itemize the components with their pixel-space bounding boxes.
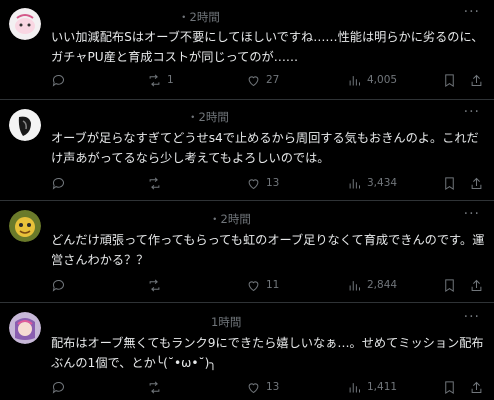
tweet-actions: 11 2,844	[0, 277, 494, 293]
more-horizontal-icon[interactable]: ···	[464, 309, 480, 325]
tweet-4[interactable]: 1時間 ··· 配布はオーブ無くてもランク9にできたら嬉しいなぁ…。せめてミッシ…	[0, 303, 494, 400]
bookmark-button[interactable]	[442, 175, 457, 191]
bookmark-button[interactable]	[442, 72, 457, 88]
like-button[interactable]: 13	[246, 175, 279, 191]
bookmark-icon	[445, 73, 454, 87]
avatar[interactable]	[9, 210, 41, 242]
reply-button[interactable]	[51, 72, 71, 88]
views-button[interactable]: 4,005	[347, 72, 397, 88]
bookmark-icon	[445, 176, 454, 190]
reply-icon	[52, 177, 64, 190]
avatar[interactable]	[9, 109, 41, 141]
retweet-button[interactable]: 1	[147, 72, 174, 88]
bookmark-button[interactable]	[442, 379, 457, 395]
reply-button[interactable]	[51, 175, 71, 191]
views-chart-icon	[349, 178, 360, 188]
retweet-button[interactable]	[147, 277, 167, 293]
tweet-2[interactable]: ・2時間 ··· オーブが足らなすぎてどうせs4で止めるから周回する気もおきんの…	[0, 100, 494, 201]
tweet-text: オーブが足らなすぎてどうせs4で止めるから周回する気もおきんのよ。これだけ声あが…	[51, 131, 479, 165]
avatar[interactable]	[9, 312, 41, 344]
reply-button[interactable]	[51, 379, 71, 395]
views-chart-icon	[349, 75, 360, 85]
tweet-actions: 13 3,434	[0, 175, 494, 191]
heart-icon	[248, 382, 259, 393]
tweet-3[interactable]: ・2時間 ··· どんだけ頑張って作ってもらっても虹のオーブ足りなくて育成できん…	[0, 201, 494, 303]
share-icon	[471, 279, 482, 291]
like-button[interactable]: 27	[246, 72, 279, 88]
heart-icon	[248, 178, 259, 189]
bookmark-icon	[445, 278, 454, 292]
heart-icon	[248, 75, 259, 86]
view-count: 4,005	[367, 74, 398, 86]
retweet-icon	[149, 74, 160, 86]
tweet-text: 配布はオーブ無くてもランク9にできたら嬉しいなぁ…。せめてミッション配布ぶんの1…	[51, 336, 484, 370]
views-button[interactable]: 3,434	[347, 175, 397, 191]
tweet-time[interactable]: 1時間	[211, 314, 241, 330]
view-count: 1,411	[367, 381, 398, 393]
more-horizontal-icon[interactable]: ···	[464, 4, 480, 20]
share-button[interactable]	[469, 379, 484, 395]
bookmark-icon	[445, 380, 454, 394]
retweet-count: 1	[167, 74, 174, 86]
share-button[interactable]	[469, 72, 484, 88]
retweet-icon	[149, 381, 160, 393]
bookmark-button[interactable]	[442, 277, 457, 293]
retweet-icon	[149, 177, 160, 189]
view-count: 3,434	[367, 177, 398, 189]
share-button[interactable]	[469, 175, 484, 191]
more-horizontal-icon[interactable]: ···	[464, 206, 480, 222]
like-count: 13	[266, 381, 280, 393]
views-button[interactable]: 2,844	[347, 277, 397, 293]
reply-icon	[52, 381, 64, 394]
share-icon	[471, 177, 482, 189]
tweet-time[interactable]: ・2時間	[187, 109, 229, 125]
view-count: 2,844	[367, 279, 398, 291]
reply-button[interactable]	[51, 277, 71, 293]
reply-icon	[52, 279, 64, 292]
avatar[interactable]	[9, 8, 41, 40]
views-chart-icon	[349, 280, 360, 290]
like-count: 13	[266, 177, 280, 189]
retweet-icon	[149, 279, 160, 291]
tweet-actions: 13 1,411	[0, 379, 494, 395]
heart-icon	[248, 280, 259, 291]
like-count: 11	[266, 279, 280, 291]
tweet-1[interactable]: ・2時間 ··· いい加減配布Sはオーブ不要にしてほしいですね……性能は明らかに…	[0, 0, 494, 100]
tweet-text: いい加減配布Sはオーブ不要にしてほしいですね……性能は明らかに劣るのに、ガチャP…	[51, 30, 484, 64]
share-icon	[471, 381, 482, 393]
more-horizontal-icon[interactable]: ···	[464, 104, 480, 120]
retweet-button[interactable]	[147, 175, 167, 191]
retweet-button[interactable]	[147, 379, 167, 395]
views-chart-icon	[349, 382, 360, 392]
like-button[interactable]: 11	[246, 277, 279, 293]
like-button[interactable]: 13	[246, 379, 279, 395]
share-button[interactable]	[469, 277, 484, 293]
reply-icon	[52, 74, 64, 87]
views-button[interactable]: 1,411	[347, 379, 397, 395]
tweet-time[interactable]: ・2時間	[209, 211, 251, 227]
tweet-text: どんだけ頑張って作ってもらっても虹のオーブ足りなくて育成できんのです。運営さんわ…	[51, 233, 485, 267]
tweet-actions: 1 27 4,005	[0, 72, 494, 88]
tweet-time[interactable]: ・2時間	[178, 9, 220, 25]
like-count: 27	[266, 74, 280, 86]
share-icon	[471, 74, 482, 86]
